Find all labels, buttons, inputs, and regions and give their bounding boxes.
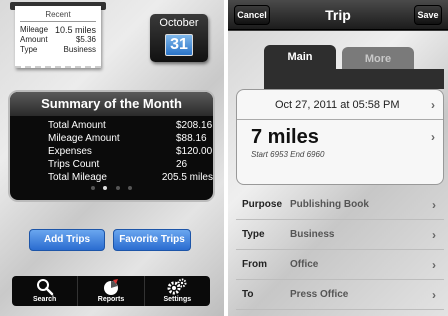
chevron-right-icon: › (432, 288, 436, 302)
summary-label: Expenses (48, 146, 92, 157)
tab-search[interactable]: Search (12, 276, 79, 306)
tab-more[interactable]: More (342, 47, 414, 69)
chevron-right-icon: › (431, 130, 435, 144)
tab-bar: Search Reports Settings (12, 276, 210, 306)
from-row[interactable]: From Office › (236, 250, 444, 280)
monthly-summary-panel[interactable]: Summary of the Month Total Amount $208.1… (8, 90, 215, 202)
field-value: Business (290, 229, 335, 240)
tab-label: Search (32, 296, 57, 303)
add-trips-button[interactable]: Add Trips (29, 229, 105, 251)
gears-icon (145, 278, 210, 296)
summary-value: 26 (176, 159, 188, 170)
summary-value: $120.00 (176, 146, 213, 157)
tab-settings[interactable]: Settings (145, 276, 210, 306)
receipt-label: Amount (20, 35, 48, 44)
field-label: To (242, 289, 254, 300)
page-dot[interactable] (115, 186, 120, 190)
type-row[interactable]: Type Business › (236, 220, 444, 250)
date-row[interactable]: Oct 27, 2011 at 05:58 PM › (237, 90, 443, 120)
field-label: From (242, 259, 267, 270)
receipt-row-mileage: Mileage 10.5 miles (20, 25, 96, 35)
trip-screen: Trip Cancel Save Main More Oct 27, 2011 … (228, 0, 448, 316)
page-indicator[interactable] (10, 177, 213, 195)
field-label: Type (242, 229, 265, 240)
summary-label: Mileage Amount (48, 133, 120, 144)
page-dot[interactable] (128, 186, 133, 190)
tab-reports[interactable]: Reports (78, 276, 145, 306)
segment-base (264, 69, 444, 89)
page-dot-active[interactable] (103, 186, 108, 190)
receipt-row-type: Type Business (20, 45, 96, 55)
calendar-day: 31 (165, 34, 193, 56)
chevron-right-icon: › (432, 258, 436, 272)
receipt-label: Type (20, 45, 38, 54)
trip-form: Oct 27, 2011 at 05:58 PM › 7 miles Start… (236, 89, 444, 316)
tab-label: Reports (97, 296, 125, 303)
receipt-value: $5.36 (75, 35, 96, 44)
summary-label: Trips Count (48, 159, 100, 170)
magnifier-icon (12, 278, 77, 296)
home-screen: Recent Mileage 10.5 miles Amount $5.36 T… (0, 0, 224, 316)
to-row[interactable]: To Press Office › (236, 280, 444, 310)
nav-bar: Trip Cancel Save (228, 0, 448, 30)
page-dot[interactable] (90, 186, 95, 190)
tab-label: Settings (163, 296, 192, 303)
chevron-right-icon: › (431, 98, 435, 112)
field-value: Office (290, 259, 319, 270)
odometer-readings: Start 6953 End 6960 (251, 150, 325, 159)
summary-value: $88.16 (176, 133, 207, 144)
trip-content: Main More Oct 27, 2011 at 05:58 PM › 7 m… (228, 31, 448, 316)
chevron-right-icon: › (432, 228, 436, 242)
receipt-row-amount: Amount $5.36 (20, 35, 96, 45)
trip-miles: 7 miles (251, 126, 319, 148)
receipt-value: Business (63, 45, 96, 54)
field-value: Publishing Book (290, 199, 369, 210)
field-value: Press Office (290, 289, 349, 300)
trip-date: Oct 27, 2011 at 05:58 PM (275, 99, 400, 111)
trip-summary-card: Oct 27, 2011 at 05:58 PM › 7 miles Start… (236, 89, 444, 185)
summary-row: Expenses $120.00 (10, 145, 213, 158)
save-button[interactable]: Save (414, 5, 442, 25)
summary-label: Total Amount (48, 120, 106, 131)
tab-main[interactable]: Main (264, 45, 336, 69)
receipt-value: 10.5 miles (54, 25, 96, 35)
miles-row[interactable]: 7 miles Start 6953 End 6960 › (237, 120, 443, 184)
summary-title: Summary of the Month (10, 92, 213, 116)
summary-value: $208.16 (176, 120, 213, 131)
cancel-button[interactable]: Cancel (234, 5, 270, 25)
summary-row: Total Amount $208.16 (10, 119, 213, 132)
chevron-right-icon: › (432, 198, 436, 212)
receipt-title: Recent (20, 10, 96, 22)
calendar-month: October (159, 17, 199, 29)
pie-chart-icon (78, 278, 143, 296)
recent-receipt[interactable]: Recent Mileage 10.5 miles Amount $5.36 T… (15, 6, 101, 68)
summary-row: Trips Count 26 (10, 158, 213, 171)
calendar-widget[interactable]: October 31 (150, 14, 208, 62)
purpose-row[interactable]: Purpose Publishing Book › (236, 190, 444, 220)
field-label: Purpose (242, 199, 283, 210)
favorite-trips-button[interactable]: Favorite Trips (113, 229, 191, 251)
receipt-label: Mileage (20, 25, 49, 34)
summary-row: Mileage Amount $88.16 (10, 132, 213, 145)
